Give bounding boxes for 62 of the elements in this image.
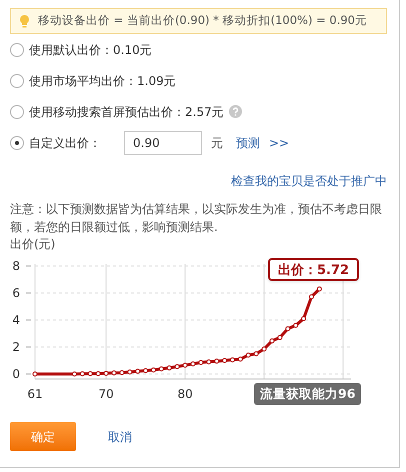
- data-point: [190, 361, 196, 366]
- data-point: [270, 338, 274, 344]
- unit-label: 元: [211, 134, 223, 152]
- option-label: 使用市场平均出价：1.09元: [29, 72, 176, 90]
- check-promotion-link[interactable]: 检查我的宝贝是否处于推广中: [231, 172, 387, 190]
- data-point: [206, 359, 212, 364]
- data-point: [80, 371, 85, 376]
- data-point: [143, 368, 148, 374]
- data-point: [182, 362, 188, 368]
- data-point: [246, 352, 251, 358]
- radio-button[interactable]: [10, 74, 24, 88]
- data-point: [262, 346, 267, 352]
- bid-input[interactable]: 0.90: [124, 130, 202, 154]
- cancel-link[interactable]: 取消: [108, 428, 132, 446]
- option-label: 使用默认出价：0.10元: [29, 42, 152, 58]
- data-point: [151, 367, 156, 372]
- data-point: [96, 371, 101, 376]
- data-point: [254, 351, 259, 356]
- data-point: [112, 370, 116, 376]
- help-icon[interactable]: [228, 105, 242, 118]
- option-label: 自定义出价：: [29, 134, 101, 152]
- data-point: [230, 357, 235, 362]
- y-tick-label: 0: [12, 367, 20, 381]
- data-point: [222, 358, 228, 363]
- radio-button[interactable]: [10, 136, 24, 150]
- radio-button[interactable]: [10, 104, 24, 118]
- data-point: [238, 356, 243, 362]
- x-value-tooltip: 流量获取能力96: [254, 383, 362, 405]
- data-point: [316, 286, 322, 292]
- option-label: 使用移动搜索首屏预估出价：2.57元: [29, 104, 224, 120]
- x-tick-label: 80: [177, 387, 193, 401]
- data-point: [104, 370, 109, 376]
- y-tick-label: 4: [12, 313, 20, 327]
- radio-button[interactable]: [10, 42, 24, 56]
- data-point: [158, 366, 164, 372]
- data-point: [285, 326, 290, 332]
- data-point: [127, 369, 132, 374]
- predict-link[interactable]: 预测: [236, 134, 260, 152]
- data-point: [214, 358, 220, 364]
- formula-text: 移动设备出价 = 当前出价(0.90) * 移动折扣(100%) = 0.90元: [38, 12, 367, 30]
- data-point: [174, 364, 180, 370]
- more-link[interactable]: >>: [269, 134, 290, 152]
- data-point: [309, 294, 314, 300]
- data-point: [32, 372, 38, 376]
- data-point: [119, 370, 124, 376]
- value-tooltip: 出价：5.72: [268, 258, 360, 281]
- y-tick-label: 8: [12, 259, 20, 273]
- y-tick-label: 6: [12, 286, 20, 300]
- data-point: [72, 372, 77, 376]
- data-point: [135, 368, 140, 374]
- lightbulb-icon: [19, 14, 30, 28]
- x-tick-label: 61: [27, 387, 43, 401]
- data-point: [198, 360, 204, 366]
- data-point: [277, 335, 282, 340]
- data-point: [293, 322, 298, 328]
- data-point: [166, 365, 172, 370]
- axis-title: 出价(元): [10, 236, 56, 252]
- y-tick-label: 2: [12, 340, 20, 354]
- data-point: [88, 371, 93, 376]
- note-text: 注意：以下预测数据皆为估算结果，以实际发生为准，预估不考虑日限额，若您的日限额过低，影响预测结果.: [10, 201, 383, 236]
- data-point: [301, 316, 306, 322]
- x-tick-label: 70: [98, 387, 114, 401]
